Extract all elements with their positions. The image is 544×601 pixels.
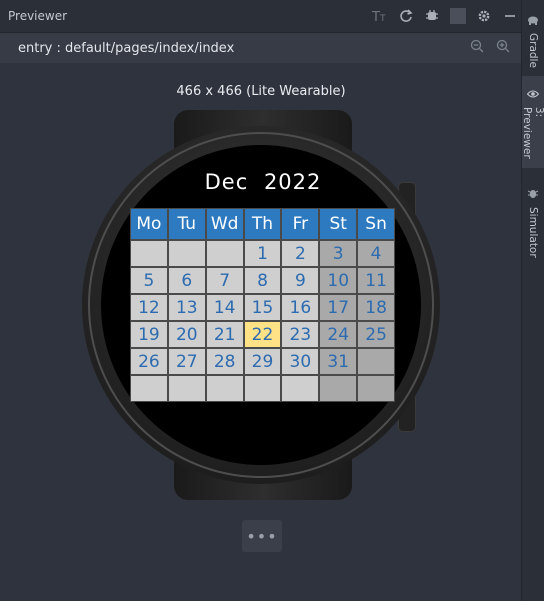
font-size-icon[interactable]: TT bbox=[372, 8, 388, 24]
device-resolution-label: 466 x 466 (Lite Wearable) bbox=[176, 84, 346, 99]
calendar-empty-cell bbox=[244, 376, 281, 401]
tab-gradle[interactable]: Gradle bbox=[522, 10, 544, 68]
calendar-day[interactable]: 9 bbox=[282, 268, 319, 293]
toolbar: TT bbox=[372, 8, 518, 24]
calendar-day[interactable]: 11 bbox=[358, 268, 394, 293]
page-path: entry : default/pages/index/index bbox=[18, 40, 235, 56]
calendar-day[interactable]: 4 bbox=[358, 241, 394, 266]
svg-text:T: T bbox=[372, 10, 380, 23]
weekday-header: Th bbox=[244, 209, 281, 239]
zoom-out-icon[interactable] bbox=[470, 39, 484, 57]
tab-simulator-label: Simulator bbox=[527, 207, 539, 258]
calendar-empty-cell bbox=[358, 376, 394, 401]
tab-gradle-label: Gradle bbox=[527, 33, 539, 68]
calendar-day[interactable]: 2 bbox=[282, 241, 319, 266]
calendar-title: Dec 2022 bbox=[82, 170, 444, 194]
calendar-day[interactable]: 31 bbox=[320, 349, 357, 374]
calendar-day[interactable]: 10 bbox=[320, 268, 357, 293]
calendar-grid: Mo Tu Wd Th Fr St Sn 1 2 3 4 5 6 7 8 9 10 11 12 13 14… bbox=[130, 208, 395, 402]
page-path-bar: entry : default/pages/index/index bbox=[0, 33, 522, 63]
tab-previewer[interactable]: 3: Previewer bbox=[521, 76, 544, 168]
calendar-day[interactable]: 5 bbox=[131, 268, 167, 293]
tab-previewer-label: 3: Previewer bbox=[521, 107, 544, 159]
svg-text:T: T bbox=[379, 14, 386, 23]
panel-title: Previewer bbox=[8, 9, 68, 23]
calendar-day[interactable]: 19 bbox=[131, 322, 167, 347]
weekday-header: Fr bbox=[282, 209, 319, 239]
calendar-day[interactable]: 17 bbox=[320, 295, 357, 320]
elephant-icon bbox=[527, 10, 539, 29]
calendar-empty-cell bbox=[282, 376, 319, 401]
calendar-year: 2022 bbox=[263, 170, 322, 194]
calendar-empty-cell bbox=[131, 376, 167, 401]
weekday-header: Mo bbox=[131, 209, 167, 239]
calendar-day[interactable]: 12 bbox=[131, 295, 167, 320]
calendar-empty-cell bbox=[168, 241, 205, 266]
calendar-empty-cell bbox=[320, 376, 357, 401]
calendar-day[interactable]: 21 bbox=[206, 322, 243, 347]
calendar-day[interactable]: 28 bbox=[206, 349, 243, 374]
calendar-empty-cell bbox=[206, 376, 243, 401]
calendar-empty-cell bbox=[131, 241, 167, 266]
calendar-day[interactable]: 29 bbox=[244, 349, 281, 374]
minimize-icon[interactable] bbox=[502, 8, 518, 24]
calendar-empty-cell bbox=[168, 376, 205, 401]
calendar-day[interactable]: 27 bbox=[168, 349, 205, 374]
calendar-empty-cell bbox=[358, 349, 394, 374]
calendar-day[interactable]: 14 bbox=[206, 295, 243, 320]
calendar-day[interactable]: 30 bbox=[282, 349, 319, 374]
calendar-day[interactable]: 13 bbox=[168, 295, 205, 320]
calendar-day[interactable]: 26 bbox=[131, 349, 167, 374]
calendar-day[interactable]: 15 bbox=[244, 295, 281, 320]
calendar-empty-cell bbox=[206, 241, 243, 266]
calendar-month: Dec bbox=[204, 170, 249, 194]
weekday-header: St bbox=[320, 209, 357, 239]
previewer-titlebar: Previewer TT bbox=[0, 0, 522, 33]
calendar-day[interactable]: 25 bbox=[358, 322, 394, 347]
bug-icon bbox=[527, 184, 539, 203]
weekday-header: Wd bbox=[206, 209, 243, 239]
calendar-day[interactable]: 7 bbox=[206, 268, 243, 293]
calendar-day[interactable]: 20 bbox=[168, 322, 205, 347]
calendar-day[interactable]: 3 bbox=[320, 241, 357, 266]
weekday-header: Sn bbox=[358, 209, 394, 239]
right-tool-strip: Gradle 3: Previewer Simulator bbox=[521, 0, 544, 601]
zoom-in-icon[interactable] bbox=[496, 39, 510, 57]
zoom-controls bbox=[470, 39, 510, 57]
calendar-day[interactable]: 1 bbox=[244, 241, 281, 266]
calendar-day[interactable]: 23 bbox=[282, 322, 319, 347]
weekday-header: Tu bbox=[168, 209, 205, 239]
toolbar-separator bbox=[450, 8, 466, 24]
eye-icon bbox=[526, 84, 540, 103]
calendar-day[interactable]: 6 bbox=[168, 268, 205, 293]
calendar-day[interactable]: 16 bbox=[282, 295, 319, 320]
watch-preview: Dec 2022 Mo Tu Wd Th Fr St Sn 1234567891… bbox=[82, 110, 444, 500]
refresh-icon[interactable] bbox=[398, 8, 414, 24]
calendar-day[interactable]: 8 bbox=[244, 268, 281, 293]
calendar-day[interactable]: 22 bbox=[244, 322, 281, 347]
tab-simulator[interactable]: Simulator bbox=[522, 184, 544, 258]
more-options-button[interactable]: ••• bbox=[242, 520, 282, 552]
calendar-day[interactable]: 18 bbox=[358, 295, 394, 320]
gear-icon[interactable] bbox=[476, 8, 492, 24]
deploy-icon[interactable] bbox=[424, 8, 440, 24]
calendar-day[interactable]: 24 bbox=[320, 322, 357, 347]
